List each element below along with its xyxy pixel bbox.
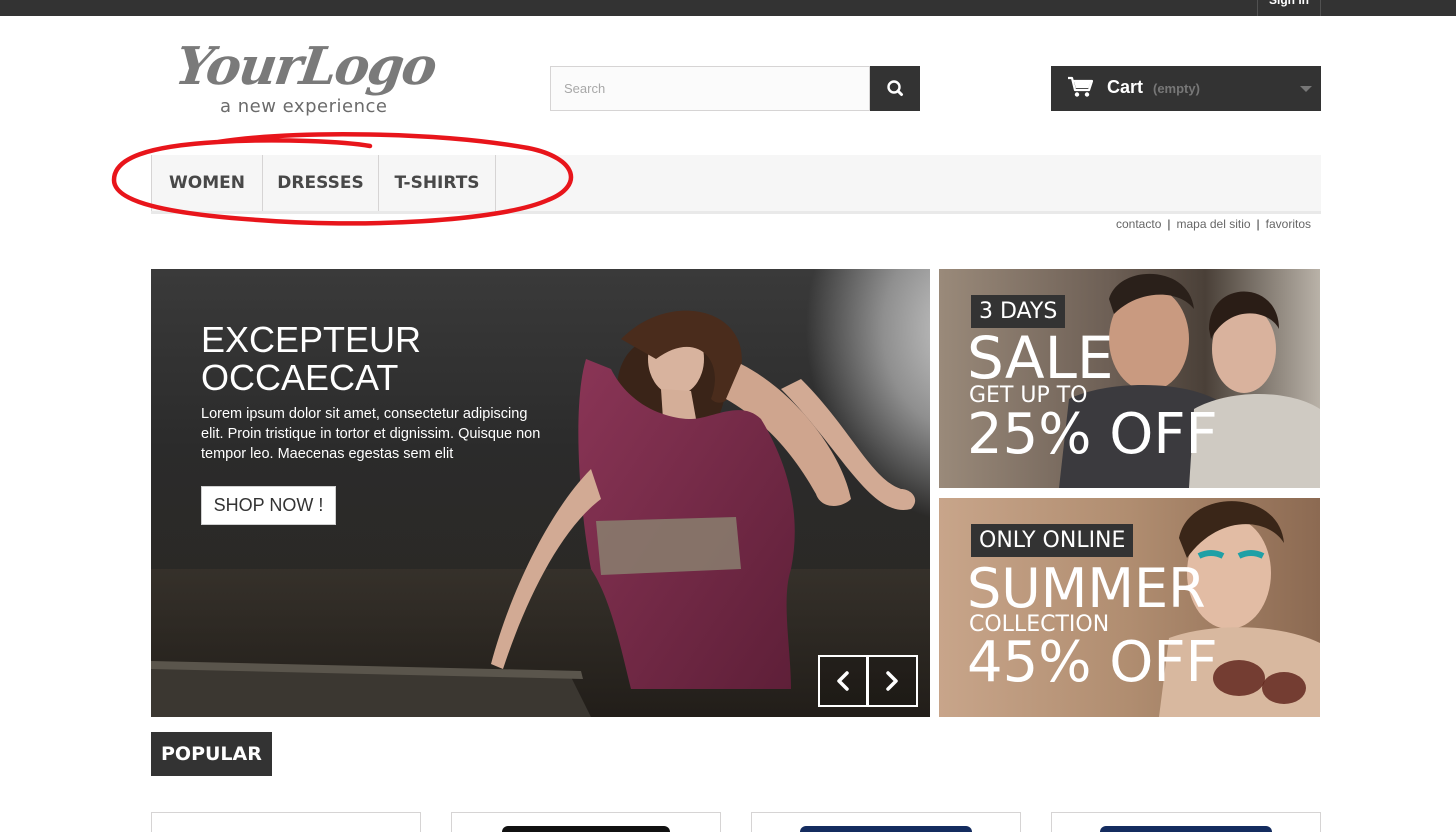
promo-banner-summer[interactable]: ONLY ONLINE SUMMER COLLECTION 45% OFF [939,498,1320,717]
utility-links: contacto | mapa del sitio | favoritos [1116,217,1311,231]
chevron-right-icon [886,671,898,691]
slide-title: EXCEPTEUR OCCAECAT [201,319,422,398]
menu-item-t-shirts[interactable]: T-SHIRTS [379,155,496,211]
slide-text: Lorem ipsum dolor sit amet, consectetur … [201,406,541,462]
product-card[interactable] [1051,812,1321,832]
product-card[interactable] [151,812,421,832]
link-favoritos[interactable]: favoritos [1266,217,1311,231]
banner-tag: ONLY ONLINE [971,524,1134,557]
top-bar: Sign in [0,0,1456,16]
link-contacto[interactable]: contacto [1116,217,1161,231]
cart-status: (empty) [1153,81,1200,96]
menu-item-dresses[interactable]: DRESSES [263,155,379,211]
product-card[interactable] [751,812,1021,832]
chevron-down-icon [1300,86,1312,92]
chevron-left-icon [837,671,849,691]
search-icon [887,80,903,96]
search-input[interactable] [550,66,870,111]
separator: | [1167,217,1171,231]
link-mapa-del-sitio[interactable]: mapa del sitio [1177,217,1251,231]
logo-wordmark: YourLogo [171,36,440,97]
banner-headline: SALE [967,324,1114,392]
product-image [1100,826,1272,832]
banner-discount: 25% OFF [967,402,1218,467]
product-card[interactable] [451,812,721,832]
slider-next-button[interactable] [868,655,918,707]
separator: | [1256,217,1260,231]
promo-banner-sale[interactable]: 3 DAYS SALE GET UP TO 25% OFF [939,269,1320,488]
logo-tagline: a new experience [220,96,388,117]
product-image [502,826,670,832]
tab-popular[interactable]: POPULAR [151,732,272,776]
menu-item-women[interactable]: WOMEN [151,155,263,211]
main-menu: WOMEN DRESSES T-SHIRTS [151,155,1321,214]
banner-discount: 45% OFF [967,630,1218,695]
search-button[interactable] [870,66,920,111]
site-logo[interactable]: YourLogo a new experience [170,36,470,126]
homepage-slider[interactable]: EXCEPTEUR OCCAECAT Lorem ipsum dolor sit… [151,269,930,717]
product-image [800,826,972,832]
cart-icon [1068,76,1093,97]
cart-label: Cart [1107,77,1144,97]
slider-prev-button[interactable] [818,655,868,707]
sign-in-link[interactable]: Sign in [1257,0,1321,16]
cart-dropdown[interactable]: Cart (empty) [1051,66,1321,111]
shop-now-button[interactable]: SHOP NOW ! [201,486,336,525]
banner-headline: SUMMER [967,557,1206,620]
